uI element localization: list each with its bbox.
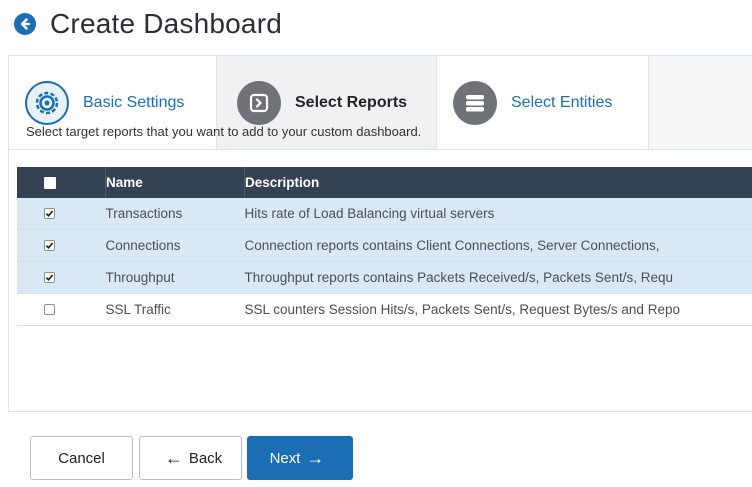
column-header-description[interactable]: Description bbox=[245, 167, 752, 198]
back-label: Back bbox=[189, 450, 222, 467]
select-all-checkbox[interactable] bbox=[44, 177, 56, 189]
row-description: SSL counters Session Hits/s, Packets Sen… bbox=[245, 294, 752, 326]
table-row[interactable]: SSL Traffic SSL counters Session Hits/s,… bbox=[17, 294, 752, 326]
column-header-name[interactable]: Name bbox=[106, 167, 245, 198]
row-description: Throughput reports contains Packets Rece… bbox=[245, 262, 752, 294]
step-label: Select Reports bbox=[295, 94, 407, 112]
row-description: Connection reports contains Client Conne… bbox=[245, 230, 752, 262]
table-row[interactable]: Transactions Hits rate of Load Balancing… bbox=[17, 198, 752, 230]
arrow-right-icon: → bbox=[306, 448, 324, 469]
row-name: SSL Traffic bbox=[106, 294, 245, 326]
table-row[interactable]: Throughput Throughput reports contains P… bbox=[17, 262, 752, 294]
arrow-left-icon: ← bbox=[165, 448, 183, 469]
row-checkbox[interactable] bbox=[44, 208, 55, 219]
back-button[interactable]: ← Back bbox=[139, 436, 242, 480]
page-title: Create Dashboard bbox=[50, 8, 282, 40]
page-header: Create Dashboard bbox=[14, 8, 282, 40]
gear-icon bbox=[25, 81, 69, 125]
table-header-row: Name Description bbox=[17, 167, 752, 198]
row-checkbox-cell[interactable] bbox=[17, 198, 106, 230]
row-name: Connections bbox=[106, 230, 245, 262]
row-description: Hits rate of Load Balancing virtual serv… bbox=[245, 198, 752, 230]
step-label: Basic Settings bbox=[83, 94, 184, 112]
row-checkbox[interactable] bbox=[44, 304, 55, 315]
row-checkbox-cell[interactable] bbox=[17, 262, 106, 294]
row-checkbox-cell[interactable] bbox=[17, 294, 106, 326]
step-select-entities[interactable]: Select Entities bbox=[437, 56, 649, 149]
row-checkbox-cell[interactable] bbox=[17, 230, 106, 262]
step-label: Select Entities bbox=[511, 94, 612, 112]
cancel-button[interactable]: Cancel bbox=[30, 436, 133, 480]
row-name: Transactions bbox=[106, 198, 245, 230]
back-arrow-icon[interactable] bbox=[14, 13, 36, 35]
instruction-text: Select target reports that you want to a… bbox=[26, 124, 421, 139]
row-name: Throughput bbox=[106, 262, 245, 294]
select-all-cell[interactable] bbox=[17, 167, 106, 198]
next-label: Next bbox=[270, 450, 301, 467]
server-stack-icon bbox=[453, 81, 497, 125]
row-checkbox[interactable] bbox=[44, 272, 55, 283]
table-row[interactable]: Connections Connection reports contains … bbox=[17, 230, 752, 262]
reports-table: Name Description Transactions Hits rate … bbox=[17, 167, 752, 326]
next-button[interactable]: Next → bbox=[247, 436, 353, 480]
report-arrow-icon bbox=[237, 81, 281, 125]
row-checkbox[interactable] bbox=[44, 240, 55, 251]
cancel-label: Cancel bbox=[58, 450, 105, 467]
